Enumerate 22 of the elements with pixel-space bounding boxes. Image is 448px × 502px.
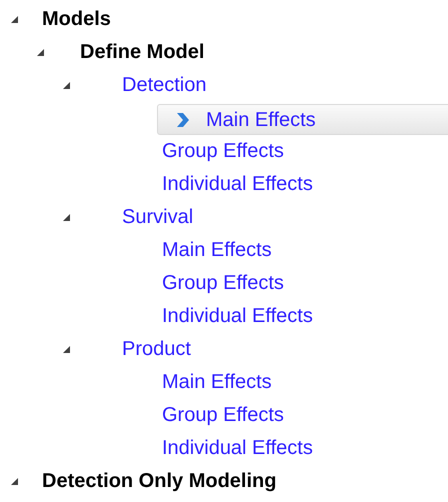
- tree-item[interactable]: Individual Effects: [162, 432, 313, 465]
- expanded-triangle-icon[interactable]: [36, 48, 45, 57]
- expanded-triangle-icon[interactable]: [62, 81, 71, 90]
- expanded-triangle-icon[interactable]: [62, 345, 71, 354]
- tree-item[interactable]: Group Effects: [162, 135, 284, 168]
- expanded-triangle-icon[interactable]: [10, 477, 19, 486]
- selected-tree-item[interactable]: Main Effects: [157, 104, 448, 135]
- expanded-triangle-icon[interactable]: [62, 213, 71, 222]
- tree-item[interactable]: Survival: [122, 201, 194, 234]
- tree-item[interactable]: Main Effects: [162, 234, 272, 267]
- tree-item[interactable]: Product: [122, 333, 191, 366]
- expanded-triangle-icon[interactable]: [10, 15, 19, 24]
- tree-item[interactable]: Main Effects: [162, 366, 272, 399]
- tree-item[interactable]: Group Effects: [162, 399, 284, 432]
- tree-item[interactable]: Detection: [122, 69, 206, 102]
- tree-item[interactable]: Models: [42, 3, 111, 36]
- tree-item[interactable]: Individual Effects: [162, 300, 313, 333]
- tree-item[interactable]: Define Model: [80, 36, 204, 69]
- chevron-right-icon: [176, 112, 190, 128]
- tree-item[interactable]: Individual Effects: [162, 168, 313, 201]
- tree-item[interactable]: Detection Only Modeling: [42, 465, 276, 498]
- tree-item[interactable]: Group Effects: [162, 267, 284, 300]
